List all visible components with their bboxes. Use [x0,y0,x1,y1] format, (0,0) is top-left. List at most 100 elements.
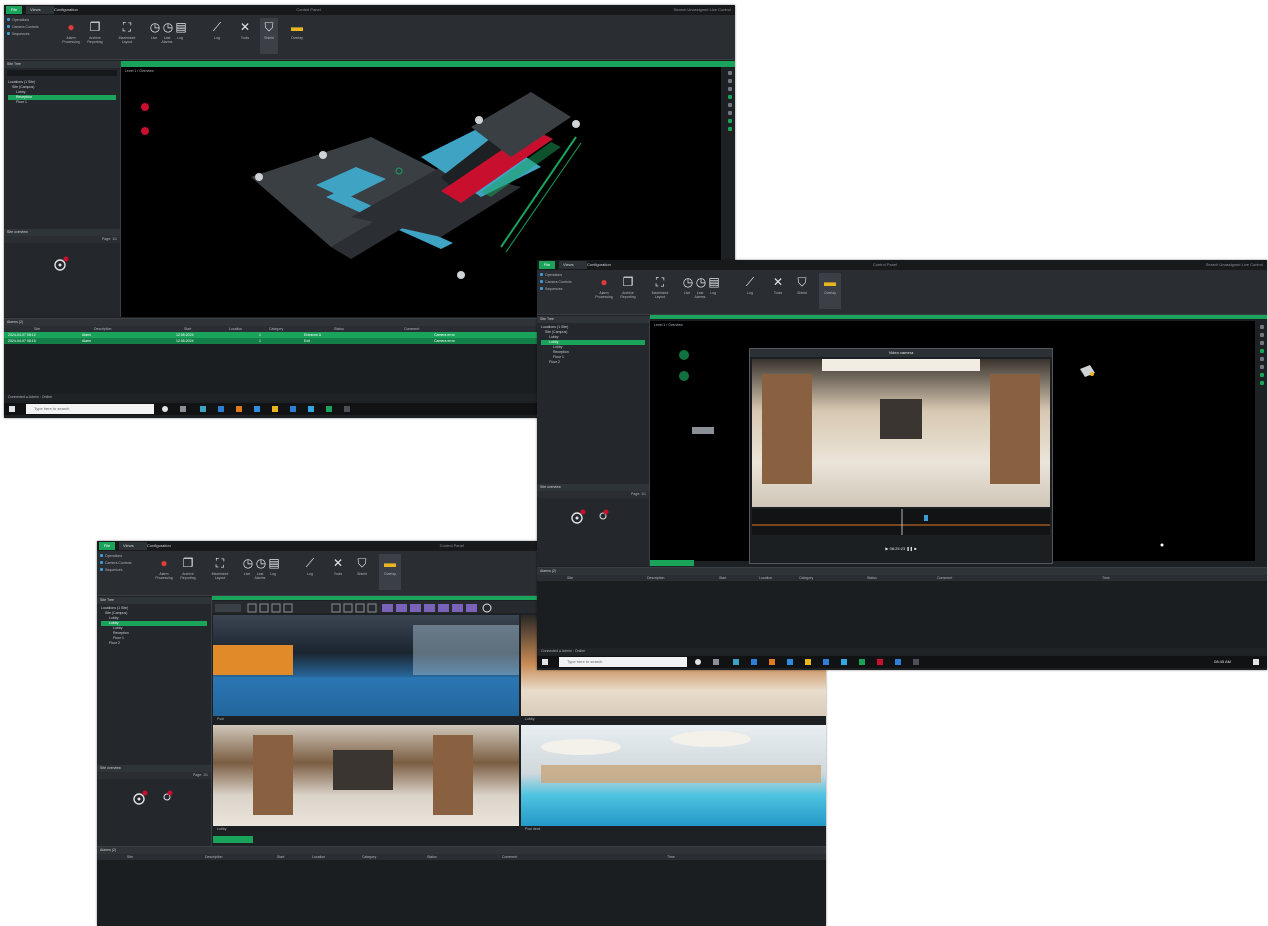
app-icon[interactable] [823,659,829,665]
tab-file[interactable]: File [6,6,22,14]
ribbon-link-sequences[interactable]: Sequences [540,287,563,291]
app-icon[interactable] [236,406,242,412]
pause-icon[interactable]: ❚❚ [906,546,913,551]
app-icon[interactable] [787,659,793,665]
app-icon[interactable] [254,406,260,412]
stop-icon[interactable]: ■ [914,546,916,551]
tab-configure[interactable]: Configuration [50,6,92,14]
app-icon[interactable] [200,406,206,412]
app-icon[interactable] [913,659,919,665]
video-tile-4[interactable]: Pool deck [521,725,826,833]
windows-start-icon[interactable] [9,406,15,412]
tool-icon[interactable] [728,111,732,115]
ribbon-link-operations[interactable]: Operations [100,554,122,558]
taskbar-search-input[interactable]: Type here to search [559,657,687,667]
shield-button[interactable]: ⛉ Shield [793,273,811,309]
tab-configure[interactable]: Configuration [583,261,625,269]
chart-button[interactable]: ⟋ Log [210,18,224,54]
tool-icon[interactable] [728,71,732,75]
app-icon[interactable] [859,659,865,665]
tool-icon[interactable] [1260,349,1264,353]
video-tile-3[interactable]: Lobby [213,725,519,833]
ribbon-link-camera-controls[interactable]: Camera Controls [7,25,38,29]
ribbon-link-camera-controls[interactable]: Camera Controls [540,280,571,284]
last-alarms-button[interactable]: ◷ Last Alarms [161,18,174,54]
archive-reporting-button[interactable]: ❐ Archive Reporting [84,18,106,54]
taskbar-clock[interactable]: 08:45 AM [1214,657,1231,667]
tool-icon[interactable] [1260,357,1264,361]
tree-item[interactable]: Floor 1 [8,100,116,105]
ribbon-link-operations[interactable]: Operations [7,18,29,22]
notification-icon[interactable] [1253,659,1259,665]
tab-file[interactable]: File [539,261,555,269]
play-icon[interactable]: ▶ [885,546,888,551]
ribbon-link-sequences[interactable]: Sequences [100,568,123,572]
live-button[interactable]: ◷ Live [681,273,693,309]
tool-icon[interactable] [728,119,732,123]
tool-icon[interactable] [728,127,732,131]
chart-button[interactable]: ⟋ Log [303,554,317,590]
overlay-button[interactable]: ▬ Overlay [286,18,308,54]
tool-icon[interactable] [728,95,732,99]
tools-button[interactable]: ✕ Tools [327,554,349,590]
tools-button[interactable]: ✕ Tools [234,18,256,54]
tool-icon[interactable] [728,79,732,83]
alarm-processing-button[interactable]: ● Alarm Processing [60,18,82,54]
maximized-layout-button[interactable]: ⛶ Maximized Layout [114,18,140,54]
cortana-icon[interactable] [162,406,168,412]
app-icon[interactable] [841,659,847,665]
title-right-tools[interactable]: Search Unassigned Live Control [1206,262,1263,267]
app-icon[interactable] [733,659,739,665]
tree-search-input[interactable] [7,70,117,76]
ribbon-link-camera-controls[interactable]: Camera Controls [100,561,131,565]
tab-file[interactable]: File [99,542,115,550]
log-button[interactable]: ▤ Log [174,18,186,54]
tool-icon[interactable] [1260,381,1264,385]
app-icon[interactable] [805,659,811,665]
tab-configure[interactable]: Configuration [143,542,185,550]
app-icon[interactable] [344,406,350,412]
live-button[interactable]: ◷ Live [148,18,160,54]
app-icon[interactable] [308,406,314,412]
app-icon[interactable] [218,406,224,412]
view-tab[interactable] [650,560,694,566]
shield-button[interactable]: ⛉ Shield [260,18,278,54]
ribbon-link-sequences[interactable]: Sequences [7,32,30,36]
tree-item[interactable]: Floor 2 [541,360,645,365]
app-icon[interactable] [751,659,757,665]
tool-icon[interactable] [1260,333,1264,337]
live-button[interactable]: ◷ Live [241,554,253,590]
view-tab[interactable] [213,836,253,843]
task-view-icon[interactable] [180,406,186,412]
alarm-processing-button[interactable]: ● Alarm Processing [593,273,615,309]
tool-icon[interactable] [1260,325,1264,329]
tool-icon[interactable] [1260,341,1264,345]
maximized-layout-button[interactable]: ⛶ Maximized Layout [647,273,673,309]
app-icon[interactable] [895,659,901,665]
archive-reporting-button[interactable]: ❐ Archive Reporting [617,273,639,309]
shield-button[interactable]: ⛉ Shield [353,554,371,590]
tree-item[interactable]: Floor 2 [101,641,207,646]
log-button[interactable]: ▤ Log [707,273,719,309]
tools-button[interactable]: ✕ Tools [767,273,789,309]
title-right-tools[interactable]: Search Unassigned Live Control [674,7,731,12]
last-alarms-button[interactable]: ◷ Last Alarms [254,554,267,590]
tool-icon[interactable] [728,103,732,107]
tool-icon[interactable] [1260,365,1264,369]
taskbar-search-input[interactable]: Type here to search [26,404,154,414]
app-icon[interactable] [769,659,775,665]
alarm-processing-button[interactable]: ● Alarm Processing [153,554,175,590]
app-icon[interactable] [326,406,332,412]
app-icon[interactable] [272,406,278,412]
ribbon-link-operations[interactable]: Operations [540,273,562,277]
log-button[interactable]: ▤ Log [267,554,279,590]
windows-start-icon[interactable] [542,659,548,665]
task-view-icon[interactable] [713,659,719,665]
tool-icon[interactable] [1260,373,1264,377]
overlay-button[interactable]: ▬ Overlay [819,273,841,309]
tool-icon[interactable] [728,87,732,91]
video-tile-1[interactable]: Pool [213,615,519,723]
timeline[interactable] [752,509,1050,535]
app-icon[interactable] [877,659,883,665]
popup-video[interactable] [752,359,1050,507]
